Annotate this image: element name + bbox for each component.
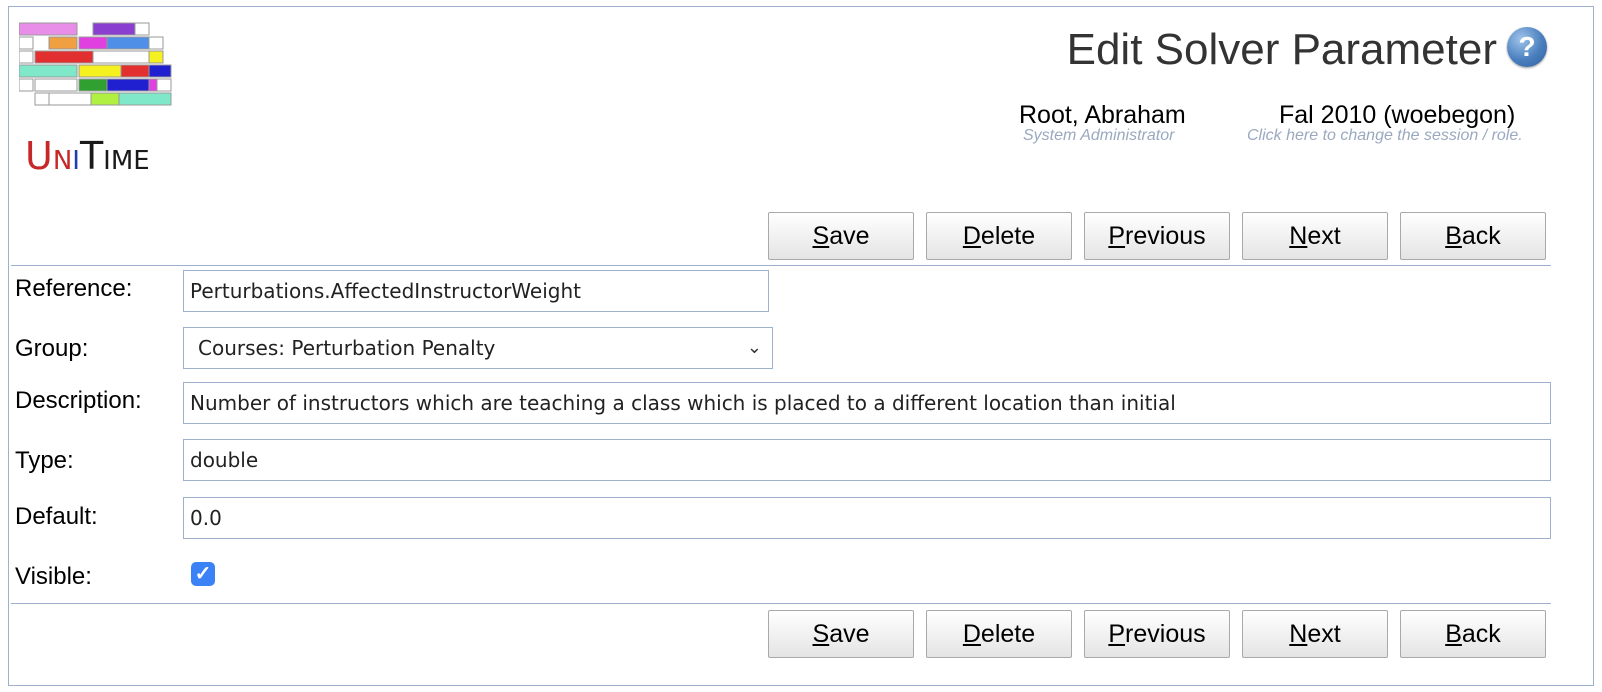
visible-checkbox[interactable]: ✓ (191, 562, 215, 586)
delete-button-bottom[interactable]: Delete (926, 610, 1072, 658)
top-button-bar: Save Delete Previous Next Back (768, 212, 1546, 260)
reference-label: Reference: (15, 275, 133, 302)
save-button-bottom[interactable]: Save (768, 610, 914, 658)
page-title: Edit Solver Parameter (1066, 25, 1497, 74)
type-label: Type: (15, 447, 74, 474)
next-button[interactable]: Next (1242, 212, 1388, 260)
footer-divider (11, 603, 1551, 604)
logo-grid-graphic (18, 22, 172, 106)
back-button[interactable]: Back (1400, 212, 1546, 260)
checkmark-icon: ✓ (194, 563, 212, 585)
next-button-bottom[interactable]: Next (1242, 610, 1388, 658)
default-input[interactable]: 0.0 (183, 497, 1551, 539)
header-divider (11, 265, 1551, 266)
description-input[interactable]: Number of instructors which are teaching… (183, 382, 1551, 424)
reference-input[interactable]: Perturbations.AffectedInstructorWeight (183, 270, 769, 312)
bottom-button-bar: Save Delete Previous Next Back (768, 610, 1546, 658)
description-label: Description: (15, 387, 142, 414)
group-select[interactable]: Courses: Perturbation Penalty ⌄ (183, 327, 773, 369)
default-label: Default: (15, 503, 98, 530)
user-name[interactable]: Root, Abraham (1019, 101, 1186, 130)
user-role: System Administrator (1023, 127, 1175, 144)
delete-button[interactable]: Delete (926, 212, 1072, 260)
previous-button-bottom[interactable]: Previous (1084, 610, 1230, 658)
session-hint[interactable]: Click here to change the session / role. (1247, 127, 1523, 145)
back-button-bottom[interactable]: Back (1400, 610, 1546, 658)
unitime-logo[interactable]: UNITIME (18, 19, 179, 183)
visible-label: Visible: (15, 563, 92, 590)
session-name[interactable]: Fal 2010 (woebegon) (1279, 101, 1515, 130)
help-icon[interactable]: ? (1507, 27, 1547, 67)
previous-button[interactable]: Previous (1084, 212, 1230, 260)
chevron-down-icon: ⌄ (746, 337, 762, 358)
logo-wordmark: UNITIME (25, 134, 150, 178)
group-label: Group: (15, 335, 89, 362)
type-input[interactable]: double (183, 439, 1551, 481)
group-select-value: Courses: Perturbation Penalty (198, 336, 496, 360)
page-frame: UNITIME Edit Solver Parameter ? Root, Ab… (8, 6, 1594, 686)
save-button[interactable]: Save (768, 212, 914, 260)
